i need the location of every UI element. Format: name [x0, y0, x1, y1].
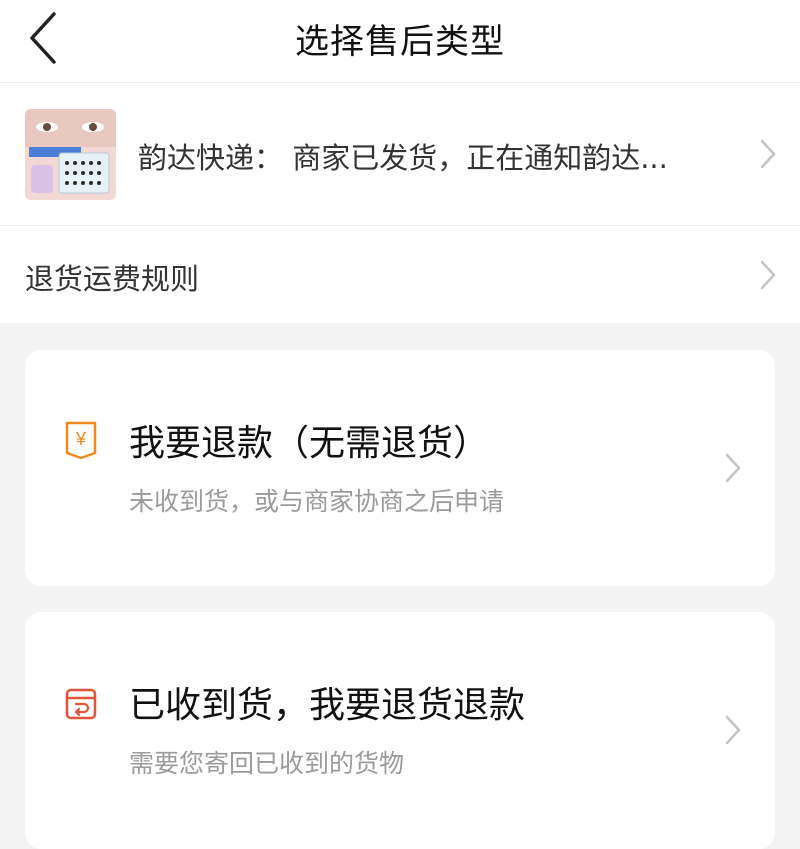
chevron-right-icon — [760, 139, 776, 169]
page-title: 选择售后类型 — [295, 22, 505, 62]
chevron-right-icon — [725, 453, 741, 483]
top-nav-bar: 选择售后类型 — [0, 0, 800, 83]
return-and-refund-option[interactable]: 已收到货，我要退货退款 需要您寄回已收到的货物 — [25, 612, 775, 849]
chevron-right-icon — [760, 260, 776, 290]
svg-text:¥: ¥ — [75, 429, 87, 449]
refund-yen-icon: ¥ — [65, 421, 97, 460]
return-shipping-rules-label: 退货运费规则 — [25, 262, 200, 296]
refund-only-option[interactable]: ¥ 我要退款（无需退货） 未收到货，或与商家协商之后申请 — [25, 350, 775, 586]
return-shipping-rules-row[interactable]: 退货运费规则 — [0, 226, 800, 323]
option-subtitle: 未收到货，或与商家协商之后申请 — [129, 487, 505, 516]
product-thumbnail — [25, 109, 116, 200]
logistics-status-text: 韵达快递： 商家已发货，正在通知韵达... — [138, 141, 668, 175]
option-title: 我要退款（无需退货） — [129, 423, 490, 464]
order-logistics-row[interactable]: 韵达快递： 商家已发货，正在通知韵达... — [0, 83, 800, 226]
option-subtitle: 需要您寄回已收到的货物 — [129, 749, 405, 778]
chevron-right-icon — [725, 715, 741, 745]
return-package-icon — [65, 688, 97, 720]
option-title: 已收到货，我要退货退款 — [129, 685, 526, 726]
